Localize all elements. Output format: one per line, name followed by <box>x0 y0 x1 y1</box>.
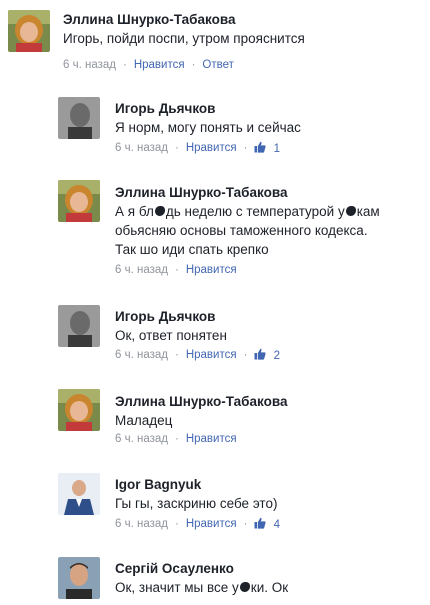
comment-text: Игорь, пойди поспи, утром прояснится <box>63 31 305 46</box>
redaction-mark <box>345 206 356 216</box>
comment-text: Ок, ответ понятен <box>115 328 227 343</box>
separator: · <box>174 518 179 530</box>
comment-author[interactable]: Эллина Шнурко-Табакова <box>63 12 235 27</box>
avatar-igor-dyachkov-image <box>58 97 100 139</box>
comment-meta: 6 ч. назад · Нравится · 4 <box>115 517 280 531</box>
avatar-ellina[interactable] <box>8 10 50 52</box>
comment-time[interactable]: 6 ч. назад <box>63 59 116 71</box>
reply-link[interactable]: Ответ <box>202 59 233 71</box>
separator: · <box>243 349 248 361</box>
like-count[interactable]: 2 <box>254 348 280 362</box>
avatar-igor-dyachkov[interactable] <box>58 305 100 347</box>
avatar-ellina[interactable] <box>58 389 100 431</box>
avatar-ellina[interactable] <box>58 180 100 222</box>
comment-meta: 6 ч. назад · Нравится · Ответ <box>63 59 234 71</box>
comment-text-line: Так шо иди спать крепко <box>115 242 269 257</box>
text-fragment: дь неделю с температурой у <box>165 204 345 219</box>
separator: · <box>243 518 248 530</box>
like-count-value: 2 <box>273 350 281 362</box>
avatar-sergii-image <box>58 557 100 599</box>
avatar-ellina-image <box>58 389 100 431</box>
like-link[interactable]: Нравится <box>186 433 237 445</box>
comment-author[interactable]: Эллина Шнурко-Табакова <box>115 394 287 409</box>
comment-text-line: обьясняю основы таможенного кодекса. <box>115 223 368 238</box>
separator: · <box>122 59 127 71</box>
comment-author[interactable]: Сергій Осауленко <box>115 561 234 576</box>
comment-author[interactable]: Игорь Дьячков <box>115 309 215 324</box>
avatar-sergii[interactable] <box>58 557 100 599</box>
avatar-ellina-image <box>8 10 50 52</box>
like-link[interactable]: Нравится <box>134 59 185 71</box>
text-fragment: Ок, значит мы все у <box>115 580 239 595</box>
comment-author[interactable]: Игорь Дьячков <box>115 101 215 116</box>
comment-text: Гы гы, заскриню себе это) <box>115 496 278 511</box>
redaction-mark <box>239 582 250 592</box>
avatar-igor-dyachkov-image <box>58 305 100 347</box>
comment-text: Маладец <box>115 413 173 428</box>
avatar-igor-dyachkov[interactable] <box>58 97 100 139</box>
like-count-value: 4 <box>273 519 281 531</box>
text-fragment: кам <box>356 204 380 219</box>
comment-time[interactable]: 6 ч. назад <box>115 264 168 276</box>
thumbs-up-icon <box>254 348 267 360</box>
separator: · <box>174 433 179 445</box>
comment-text-line: А я бл дь неделю с температурой у кам <box>115 202 380 221</box>
like-link[interactable]: Нравится <box>186 349 237 361</box>
avatar-ellina-image <box>58 180 100 222</box>
comment-meta: 6 ч. назад · Нравится · 1 <box>115 141 280 155</box>
avatar-igor-bagnyuk-image <box>58 473 100 515</box>
comment-text-line: Ок, значит мы все у ки. Ок <box>115 578 288 597</box>
thumbs-up-icon <box>254 141 267 153</box>
separator: · <box>191 59 196 71</box>
thumbs-up-icon <box>254 517 267 529</box>
redaction-mark <box>154 206 165 216</box>
comment-author[interactable]: Igor Bagnyuk <box>115 477 201 492</box>
like-count[interactable]: 4 <box>254 517 280 531</box>
separator: · <box>243 142 248 154</box>
text-fragment: ки. Ок <box>250 580 289 595</box>
separator: · <box>174 349 179 361</box>
comment-meta: 6 ч. назад · Нравится · 2 <box>115 348 280 362</box>
comment-meta: 6 ч. назад · Нравится <box>115 264 237 276</box>
comment-author[interactable]: Эллина Шнурко-Табакова <box>115 185 287 200</box>
comment-time[interactable]: 6 ч. назад <box>115 518 168 530</box>
text-fragment: А я бл <box>115 204 154 219</box>
comment-time[interactable]: 6 ч. назад <box>115 142 168 154</box>
comment-text: Я норм, могу понять и сейчас <box>115 120 301 135</box>
separator: · <box>174 264 179 276</box>
like-count[interactable]: 1 <box>254 141 280 155</box>
like-count-value: 1 <box>273 143 281 155</box>
comment-time[interactable]: 6 ч. назад <box>115 433 168 445</box>
avatar-igor-bagnyuk[interactable] <box>58 473 100 515</box>
like-link[interactable]: Нравится <box>186 142 237 154</box>
separator: · <box>174 142 179 154</box>
comment-meta: 6 ч. назад · Нравится <box>115 433 237 445</box>
like-link[interactable]: Нравится <box>186 264 237 276</box>
comment-time[interactable]: 6 ч. назад <box>115 349 168 361</box>
like-link[interactable]: Нравится <box>186 518 237 530</box>
